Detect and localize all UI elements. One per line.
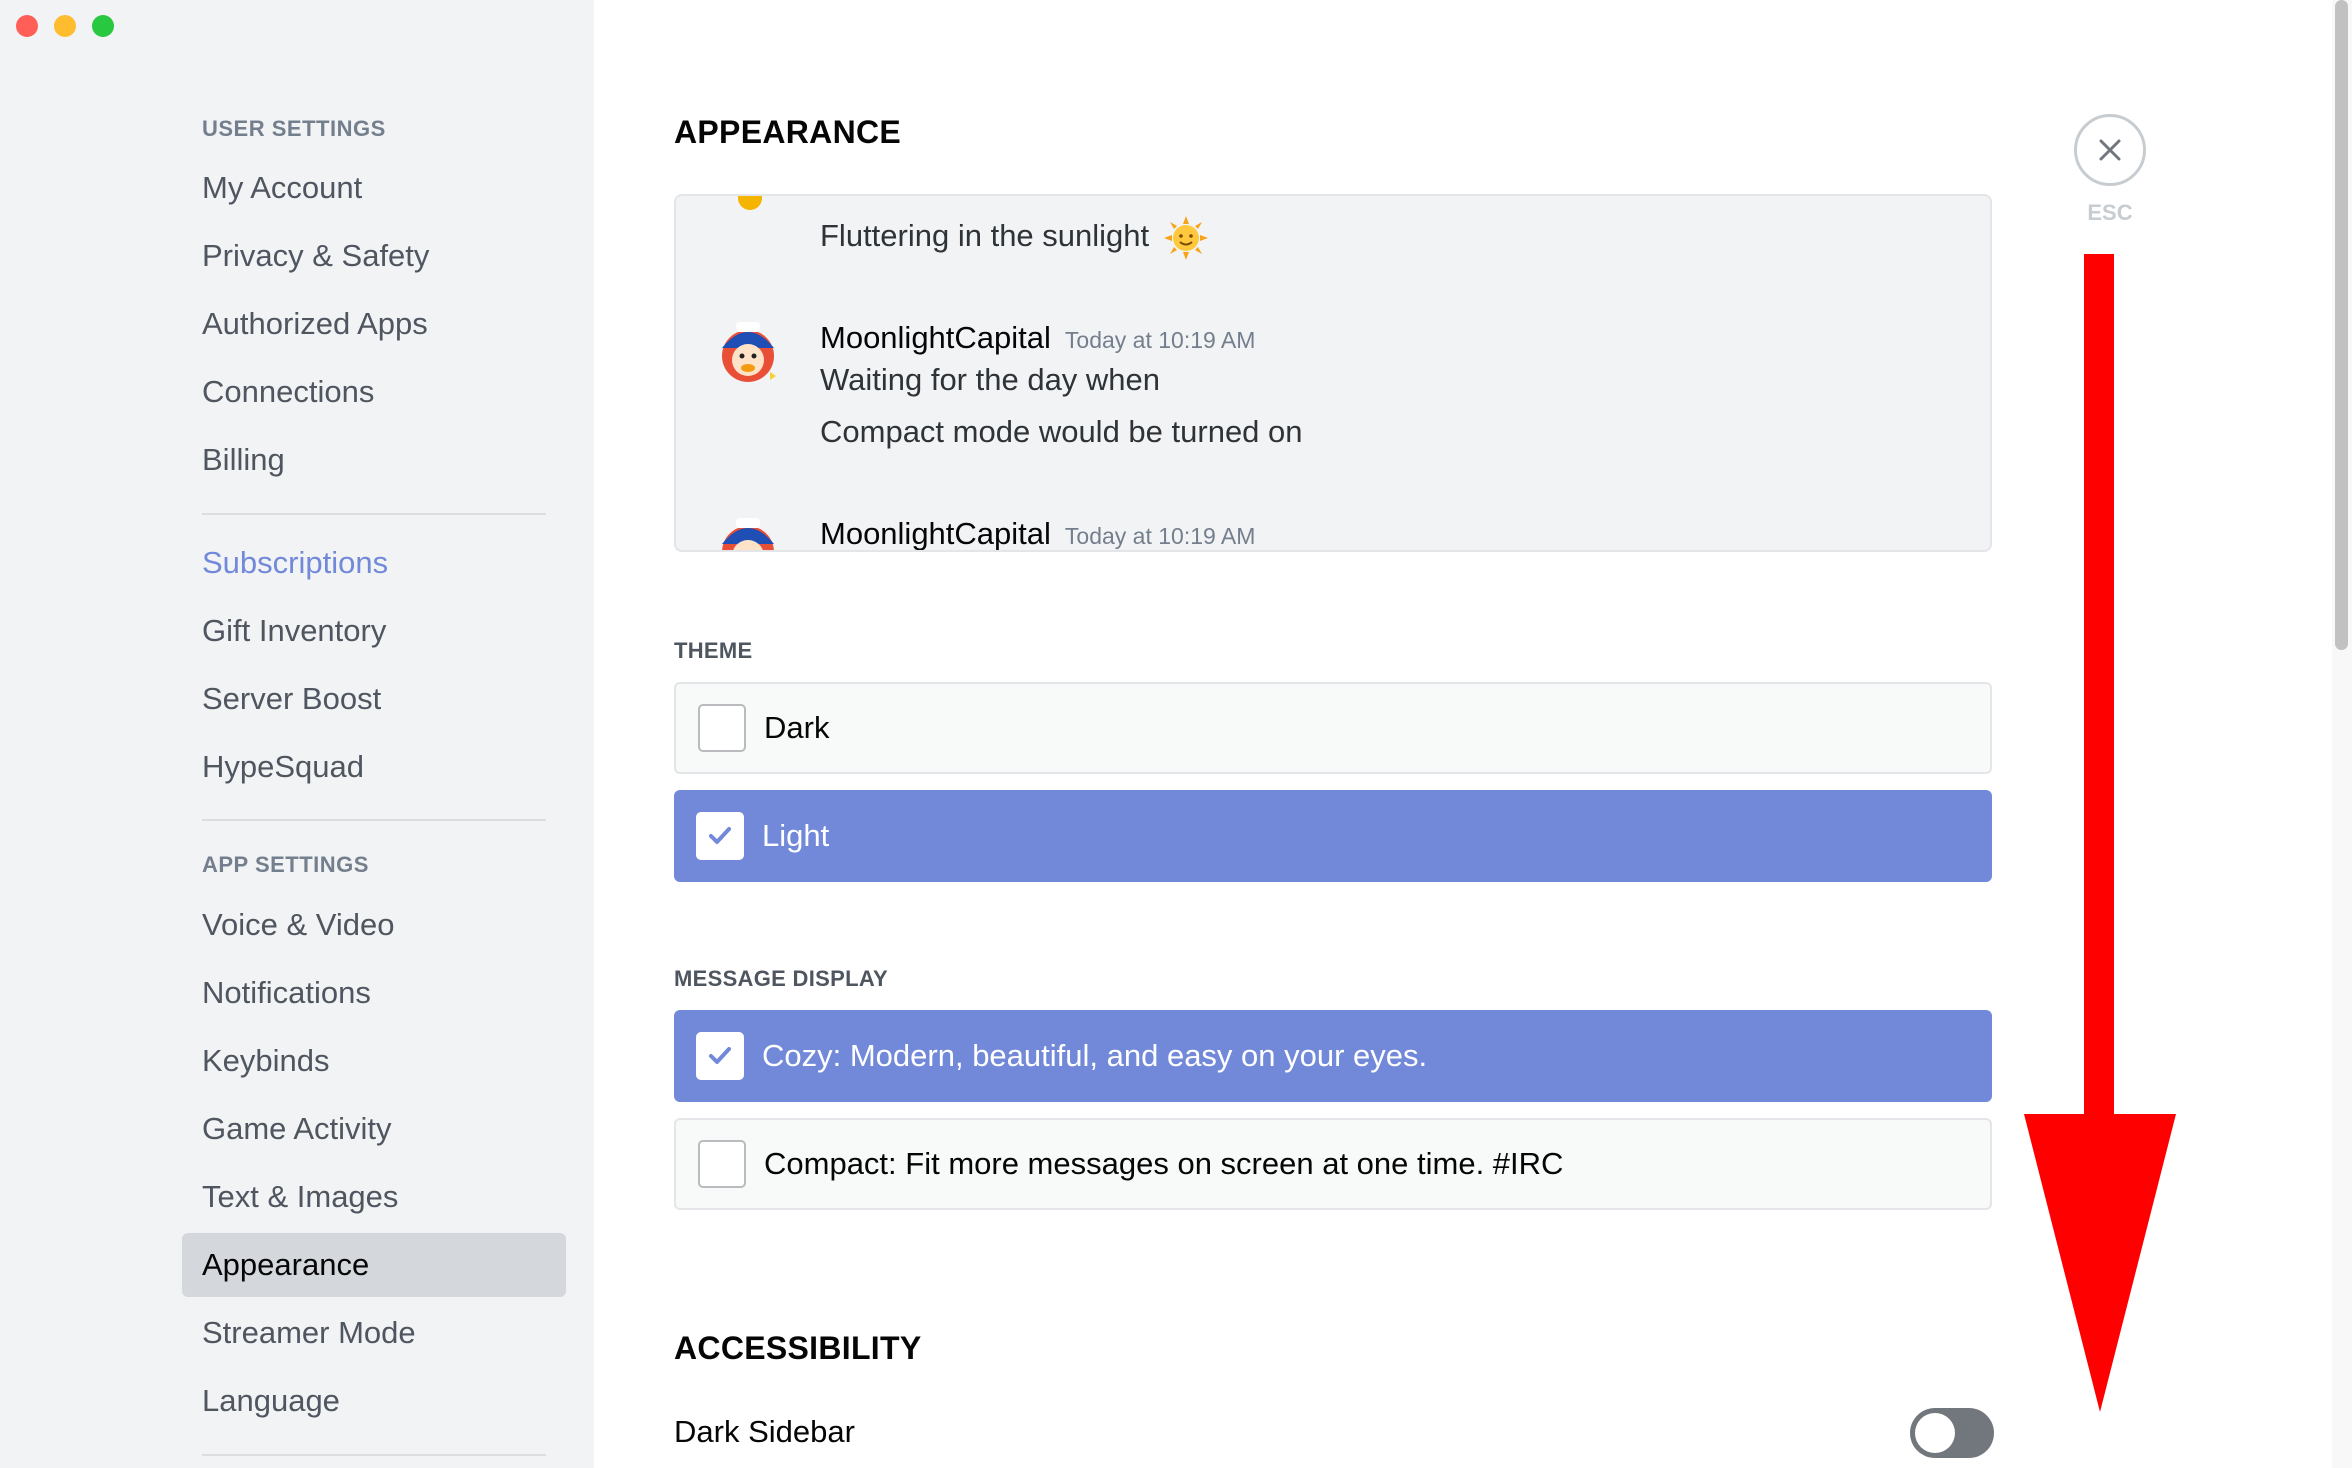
sun-with-face-icon bbox=[1163, 216, 1208, 260]
user-settings-header: USER SETTINGS bbox=[202, 116, 386, 141]
sidebar-item-hypesquad[interactable]: HypeSquad bbox=[182, 735, 566, 799]
sidebar-item-text-images[interactable]: Text & Images bbox=[182, 1165, 566, 1229]
checkbox-checked[interactable] bbox=[696, 1032, 744, 1080]
checkbox-unchecked[interactable] bbox=[698, 704, 746, 752]
sidebar-item-billing[interactable]: Billing bbox=[182, 428, 566, 492]
message-line: Compact mode would be turned on bbox=[820, 414, 1303, 449]
close-icon bbox=[2099, 139, 2121, 161]
theme-option-dark[interactable]: Dark bbox=[674, 682, 1992, 774]
theme-option-label: Dark bbox=[764, 710, 830, 745]
message-display-label: MESSAGE DISPLAY bbox=[674, 966, 888, 991]
sidebar-divider bbox=[202, 1454, 546, 1456]
esc-label: ESC bbox=[2087, 200, 2133, 225]
sidebar-item-streamer-mode[interactable]: Streamer Mode bbox=[182, 1301, 566, 1365]
sidebar-item-appearance[interactable]: Appearance bbox=[182, 1233, 566, 1297]
settings-sidebar: USER SETTINGS My Account Privacy & Safet… bbox=[0, 0, 594, 1468]
avatar[interactable] bbox=[708, 508, 788, 552]
checkbox-checked[interactable] bbox=[696, 812, 744, 860]
message-timestamp: Today at 10:19 AM bbox=[1064, 327, 1256, 353]
checkmark-icon bbox=[709, 827, 731, 844]
sidebar-item-connections[interactable]: Connections bbox=[182, 360, 566, 424]
message-preview: Fluttering in the sunlight MoonlightCapi… bbox=[674, 194, 1992, 552]
display-option-cozy[interactable]: Cozy: Modern, beautiful, and easy on you… bbox=[674, 1010, 1992, 1102]
message-timestamp: Today at 10:19 AM bbox=[1064, 523, 1256, 549]
avatar-fragment-icon bbox=[738, 196, 762, 210]
sidebar-item-notifications[interactable]: Notifications bbox=[182, 961, 566, 1025]
appearance-title: APPEARANCE bbox=[674, 114, 902, 150]
display-option-label: Compact: Fit more messages on screen at … bbox=[764, 1146, 1564, 1181]
sidebar-item-privacy-safety[interactable]: Privacy & Safety bbox=[182, 224, 566, 288]
sidebar-item-voice-video[interactable]: Voice & Video bbox=[182, 893, 566, 957]
toggle-knob bbox=[1915, 1413, 1955, 1453]
theme-label: THEME bbox=[674, 638, 753, 663]
message-line: Waiting for the day when bbox=[820, 362, 1161, 397]
sidebar-item-game-activity[interactable]: Game Activity bbox=[182, 1097, 566, 1161]
display-option-label: Cozy: Modern, beautiful, and easy on you… bbox=[762, 1038, 1428, 1073]
dark-sidebar-toggle[interactable] bbox=[1910, 1408, 1994, 1458]
message-author[interactable]: MoonlightCapital Today at 10:19 AM bbox=[820, 516, 1256, 550]
sidebar-item-my-account[interactable]: My Account bbox=[182, 156, 566, 220]
theme-option-label: Light bbox=[762, 818, 830, 853]
sidebar-item-subscriptions[interactable]: Subscriptions bbox=[182, 531, 566, 595]
sidebar-item-authorized-apps[interactable]: Authorized Apps bbox=[182, 292, 566, 356]
display-option-compact[interactable]: Compact: Fit more messages on screen at … bbox=[674, 1118, 1992, 1210]
scrollbar-thumb[interactable] bbox=[2335, 0, 2348, 650]
accessibility-title: ACCESSIBILITY bbox=[674, 1330, 922, 1366]
avatar[interactable] bbox=[708, 312, 788, 392]
sidebar-item-gift-inventory[interactable]: Gift Inventory bbox=[182, 599, 566, 663]
sidebar-divider bbox=[202, 513, 546, 515]
sidebar-item-keybinds[interactable]: Keybinds bbox=[182, 1029, 566, 1093]
dark-sidebar-label: Dark Sidebar bbox=[674, 1414, 855, 1449]
sidebar-divider bbox=[202, 819, 546, 821]
preview-message-text: Fluttering in the sunlight bbox=[820, 216, 1208, 260]
close-button[interactable] bbox=[2074, 114, 2146, 186]
scroll-down-arrow-icon bbox=[2024, 254, 2176, 1412]
app-settings-header: APP SETTINGS bbox=[202, 852, 369, 877]
checkbox-unchecked[interactable] bbox=[698, 1140, 746, 1188]
window-minimize-button[interactable] bbox=[54, 15, 76, 37]
checkmark-icon bbox=[709, 1047, 731, 1064]
theme-option-light[interactable]: Light bbox=[674, 790, 1992, 882]
window-close-button[interactable] bbox=[16, 15, 38, 37]
window-zoom-button[interactable] bbox=[92, 15, 114, 37]
message-author[interactable]: MoonlightCapital Today at 10:19 AM bbox=[820, 320, 1255, 356]
sidebar-item-server-boost[interactable]: Server Boost bbox=[182, 667, 566, 731]
sidebar-item-language[interactable]: Language bbox=[182, 1369, 566, 1433]
settings-content: APPEARANCE Fluttering in the sunlight Mo… bbox=[594, 0, 2352, 1468]
